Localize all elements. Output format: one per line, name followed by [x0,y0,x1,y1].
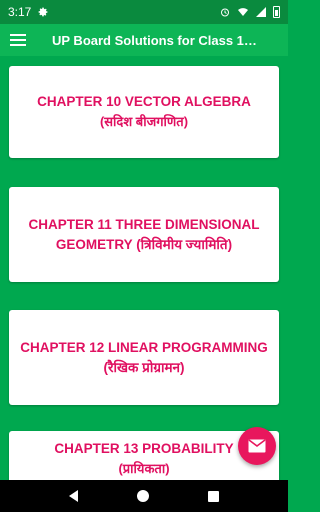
status-bar: 3:17 [0,0,288,24]
mail-icon [248,439,266,453]
alarm-icon [221,8,229,17]
wifi-icon [238,8,248,16]
signal-icon [256,7,266,17]
hamburger-menu-icon[interactable] [10,34,26,46]
chapter-title: CHAPTER 13 PROBABILITY [54,441,234,456]
chapter-title: CHAPTER 10 VECTOR ALGEBRA [37,94,251,109]
navigation-bar [0,480,288,512]
chapter-card-12[interactable]: CHAPTER 12 LINEAR PROGRAMMING (रैखिक प्र… [9,310,279,405]
chapter-title-text: CHAPTER 12 LINEAR PROGRAMMING [20,339,268,355]
chapter-list: CHAPTER 10 VECTOR ALGEBRA (सदिश बीजगणित)… [0,56,288,480]
chapter-subtitle: (सदिश बीजगणित) [99,114,189,129]
chapter-subtitle: (प्रायिकता) [118,461,170,476]
status-time: 3:17 [8,5,32,19]
home-icon[interactable] [136,490,149,502]
chapter-card-11[interactable]: CHAPTER 11 THREE DIMENSIONAL GEOMETRY (त… [9,187,279,282]
battery-icon [273,6,280,18]
back-icon[interactable] [69,490,79,502]
chapter-title: CHAPTER 12 LINEAR PROGRAMMING (रैखिक प्र… [15,338,273,378]
mail-fab-button[interactable] [238,427,276,465]
recent-apps-icon[interactable] [207,490,219,502]
app-title: UP Board Solutions for Class 1… [52,32,257,48]
app-bar: UP Board Solutions for Class 1… [0,24,288,56]
chapter-subtitle: (त्रिविमीय ज्यामिति) [136,236,233,252]
chapter-card-10[interactable]: CHAPTER 10 VECTOR ALGEBRA (सदिश बीजगणित) [9,66,279,158]
gear-icon [38,7,48,17]
chapter-subtitle: (रैखिक प्रोग्रामन) [103,359,185,375]
chapter-title: CHAPTER 11 THREE DIMENSIONAL GEOMETRY (त… [15,215,273,255]
